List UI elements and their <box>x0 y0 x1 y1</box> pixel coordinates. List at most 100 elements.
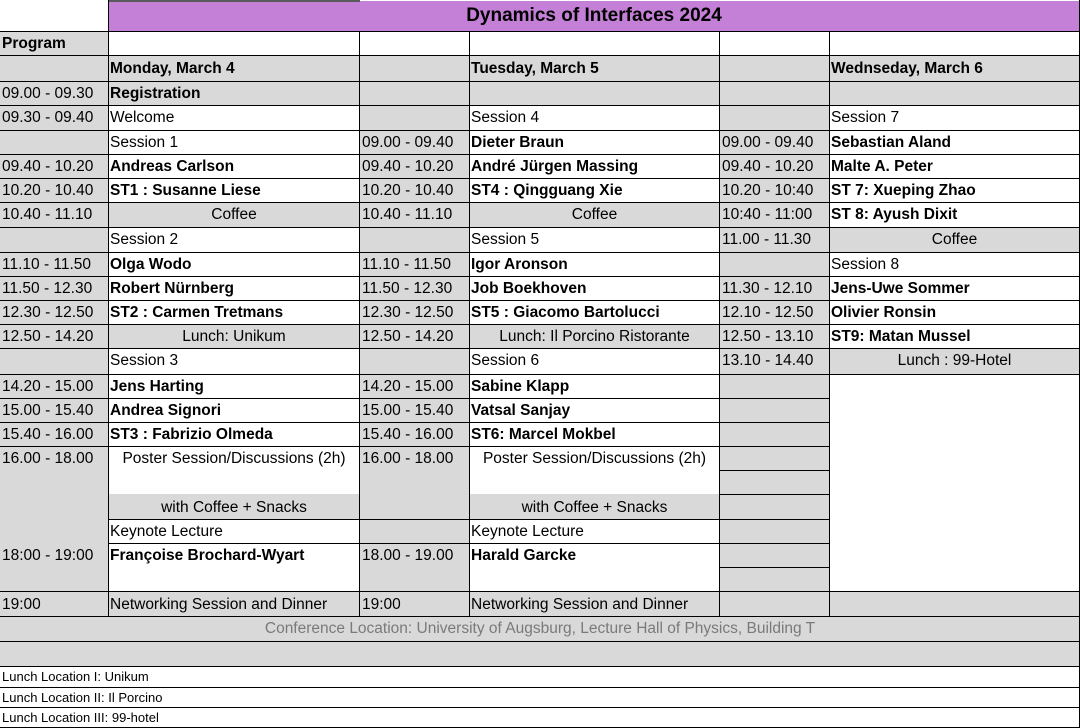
lunch-location-3: Lunch Location III: 99-hotel <box>0 707 1080 728</box>
grid-line <box>0 707 1080 708</box>
time-cell: 14.20 - 15.00 <box>360 374 469 398</box>
session-header: Session 4 <box>469 105 720 130</box>
empty-cell <box>720 422 829 446</box>
grid-line <box>0 398 829 399</box>
time-cell: 16.00 - 18.00 <box>0 446 108 519</box>
time-cell: 19:00 <box>0 592 108 616</box>
empty-cell <box>720 374 829 398</box>
speaker-cell: ST 7: Xueping Zhao <box>829 178 1080 202</box>
speaker-cell: Jens-Uwe Sommer <box>829 276 1080 300</box>
speaker-cell: ST4 : Qingguang Xie <box>469 178 720 202</box>
grid-line <box>108 519 829 520</box>
time-cell: 09.00 - 09.40 <box>360 130 469 154</box>
empty-cell <box>469 81 720 105</box>
grid-line <box>720 567 829 568</box>
time-cell: 18.00 - 19.00 <box>360 543 469 592</box>
grid-line <box>0 422 829 423</box>
empty-cell <box>360 31 469 55</box>
empty-cell <box>720 470 829 494</box>
grid-line <box>0 666 1080 667</box>
time-cell: 12.30 - 12.50 <box>0 300 108 324</box>
time-cell: 10.20 - 10.40 <box>360 178 469 202</box>
grid-line <box>0 591 1080 592</box>
time-cell: 12.30 - 12.50 <box>360 300 469 324</box>
coffee-cell: Coffee <box>108 202 360 227</box>
time-cell: 11.30 - 12.10 <box>720 276 829 300</box>
empty-cell <box>829 31 1080 55</box>
grid-line <box>0 276 1080 277</box>
dinner-cell: Networking Session and Dinner <box>469 592 720 616</box>
registration-cell: Registration <box>108 81 360 105</box>
time-cell: 10.40 - 11.10 <box>360 202 469 227</box>
empty-cell <box>720 398 829 422</box>
grid-line <box>0 202 1080 203</box>
day-header-monday: Monday, March 4 <box>108 55 360 81</box>
speaker-cell: Job Boekhoven <box>469 276 720 300</box>
empty-cell <box>829 374 1080 592</box>
empty-cell <box>0 519 108 543</box>
empty-cell <box>720 543 829 567</box>
time-cell: 11.10 - 11.50 <box>360 252 469 276</box>
grid-line <box>0 105 1080 106</box>
grid-line <box>0 81 1080 82</box>
time-cell: 15.00 - 15.40 <box>0 398 108 422</box>
conference-location: Conference Location: University of Augsb… <box>0 616 1080 641</box>
time-cell: 09.40 - 10.20 <box>360 154 469 178</box>
session-header: Session 1 <box>108 130 360 154</box>
speaker-cell: ST6: Marcel Mokbel <box>469 422 720 446</box>
session-header: Session 7 <box>829 105 1080 130</box>
empty-cell <box>720 567 829 592</box>
speaker-cell: ST2 : Carmen Tretmans <box>108 300 360 324</box>
grid-line <box>0 348 1080 349</box>
keynote-speaker: Françoise Brochard-Wyart <box>108 543 360 592</box>
time-cell: 13.10 - 14.40 <box>720 348 829 374</box>
lunch-cell: Lunch: Unikum <box>108 324 360 348</box>
time-cell: 11.50 - 12.30 <box>0 276 108 300</box>
grid-line <box>0 227 1080 228</box>
poster-cell-sub: with Coffee + Snacks <box>469 494 720 519</box>
lunch-location-2: Lunch Location II: Il Porcino <box>0 687 1080 707</box>
time-cell: 09.00 - 09.30 <box>0 81 108 105</box>
time-cell: 10.40 - 11.10 <box>0 202 108 227</box>
empty-cell <box>720 446 829 470</box>
empty-row <box>0 641 1080 666</box>
empty-cell <box>720 252 829 276</box>
speaker-cell: ST3 : Fabrizio Olmeda <box>108 422 360 446</box>
lunch-cell: Lunch : 99-Hotel <box>829 348 1080 374</box>
grid-line <box>108 0 109 616</box>
speaker-cell: Igor Aronson <box>469 252 720 276</box>
time-cell: 19:00 <box>360 592 469 616</box>
speaker-cell: André Jürgen Massing <box>469 154 720 178</box>
empty-cell <box>720 105 829 130</box>
grid-line <box>720 470 829 471</box>
time-cell: 10.20 - 10:40 <box>720 178 829 202</box>
keynote-header: Keynote Lecture <box>108 519 360 543</box>
session-header: Session 5 <box>469 227 720 252</box>
empty-cell <box>720 592 829 616</box>
time-cell: 12.50 - 13.10 <box>720 324 829 348</box>
empty-cell <box>360 227 469 252</box>
speaker-cell: Olga Wodo <box>108 252 360 276</box>
grid-line <box>0 374 1080 375</box>
welcome-cell: Welcome <box>108 105 360 130</box>
empty-cell <box>829 81 1080 105</box>
coffee-cell: Coffee <box>469 202 720 227</box>
poster-cell-sub: with Coffee + Snacks <box>108 494 360 519</box>
time-cell: 18:00 - 19:00 <box>0 543 108 592</box>
empty-cell <box>720 81 829 105</box>
time-cell: 11.10 - 11.50 <box>0 252 108 276</box>
empty-cell <box>469 31 720 55</box>
time-cell: 15.40 - 16.00 <box>360 422 469 446</box>
empty-cell <box>829 592 1080 616</box>
empty-cell <box>720 31 829 55</box>
time-cell: 09.30 - 09.40 <box>0 105 108 130</box>
session-header: Session 2 <box>108 227 360 252</box>
top-strip <box>108 0 360 2</box>
time-cell: 09.00 - 09.40 <box>720 130 829 154</box>
empty-cell <box>360 55 469 81</box>
empty-cell <box>360 519 469 543</box>
speaker-cell: Robert Nürnberg <box>108 276 360 300</box>
grid-line <box>0 154 1080 155</box>
program-label: Program <box>0 31 108 55</box>
grid-line <box>0 252 1080 253</box>
